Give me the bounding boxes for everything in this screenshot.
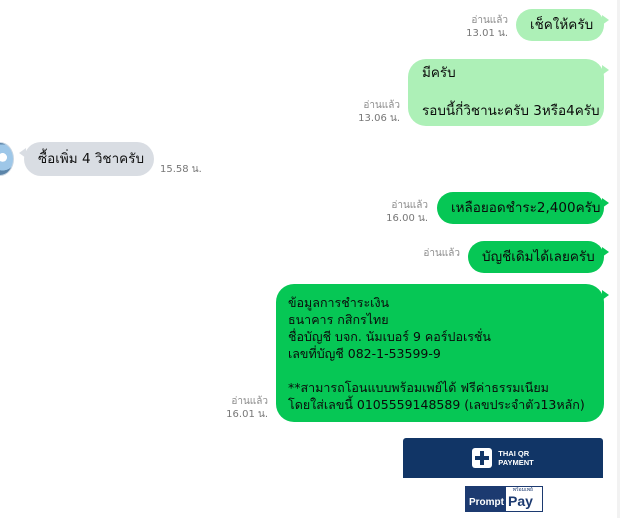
timestamp: 13.01 น.: [466, 28, 508, 39]
message-text: ข้อมูลการชำระเงิน ธนาคาร กสิกรไทย ชื่อบั…: [288, 294, 585, 412]
message-bubble-sent[interactable]: ข้อมูลการชำระเงิน ธนาคาร กสิกรไทย ชื่อบั…: [276, 284, 609, 422]
message-meta: อ่านแล้ว: [392, 247, 460, 260]
message-meta: อ่านแล้ว 16.00 น.: [360, 199, 428, 225]
read-receipt: อ่านแล้ว: [231, 396, 268, 407]
read-receipt: อ่านแล้ว: [471, 15, 508, 26]
read-receipt: อ่านแล้ว: [391, 200, 428, 211]
message-meta: อ่านแล้ว 16.01 น.: [200, 395, 268, 421]
timestamp: 13.06 น.: [358, 113, 400, 124]
promptpay-left: Prompt: [466, 487, 506, 511]
read-receipt: อ่านแล้ว: [423, 248, 460, 259]
message-bubble-sent[interactable]: เหลือยอดชำระ2,400ครับ: [437, 192, 609, 224]
message-bubble-sent[interactable]: บัญชีเดิมได้เลยครับ: [468, 241, 609, 273]
read-receipt: อ่านแล้ว: [363, 100, 400, 111]
message-text: เหลือยอดชำระ2,400ครับ: [451, 199, 601, 216]
message-text: บัญชีเดิมได้เลยครับ: [482, 248, 595, 265]
timestamp: 16.00 น.: [386, 213, 428, 224]
message-meta: อ่านแล้ว 13.01 น.: [440, 14, 508, 40]
message-bubble-received[interactable]: ซื้อเพิ่ม 4 วิชาครับ: [19, 142, 154, 176]
message-text: ซื้อเพิ่ม 4 วิชาครับ: [38, 150, 145, 167]
message-bubble-sent[interactable]: มีครับ รอบนี้กี่วิชานะครับ 3หรือ4ครับ: [408, 59, 609, 126]
message-text: มีครับ รอบนี้กี่วิชานะครับ 3หรือ4ครับ: [422, 65, 600, 119]
promptpay-right: พร้อมเพย์ Pay: [508, 487, 533, 509]
thai-qr-payment-image[interactable]: THAI QR PAYMENT Prompt พร้อมเพย์ Pay: [403, 438, 603, 518]
message-bubble-sent[interactable]: เช็คให้ครับ: [516, 9, 609, 41]
message-meta: อ่านแล้ว 13.06 น.: [332, 99, 400, 125]
promptpay-logo: Prompt พร้อมเพย์ Pay: [465, 486, 543, 512]
thai-qr-header: THAI QR PAYMENT: [403, 438, 603, 478]
message-text: เช็คให้ครับ: [530, 16, 594, 33]
avatar[interactable]: [0, 142, 14, 176]
message-meta: 15.58 น.: [160, 163, 220, 176]
timestamp: 15.58 น.: [160, 164, 202, 175]
thai-qr-title: THAI QR PAYMENT: [498, 449, 534, 467]
timestamp: 16.01 น.: [226, 409, 268, 420]
thai-qr-logo-icon: [472, 448, 493, 468]
promptpay-thai: พร้อมเพย์: [512, 487, 533, 493]
